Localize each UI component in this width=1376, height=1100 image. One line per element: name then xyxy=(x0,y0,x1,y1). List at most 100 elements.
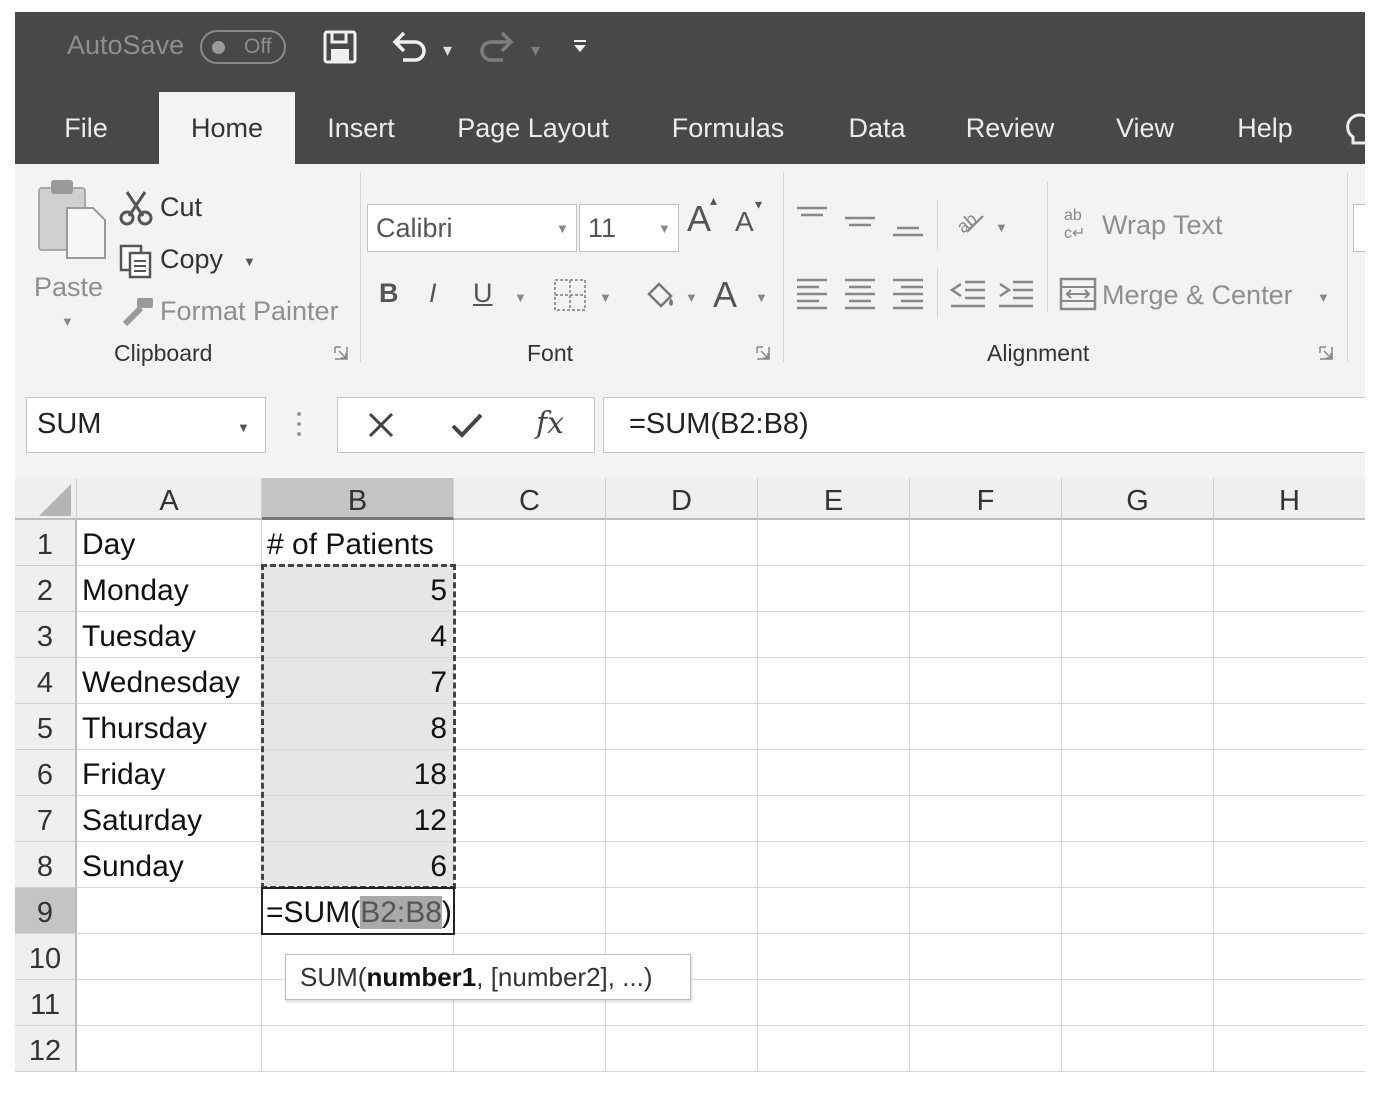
cell-d3[interactable] xyxy=(606,612,758,658)
cell-h1[interactable] xyxy=(1214,520,1365,566)
cell-f1[interactable] xyxy=(910,520,1062,566)
cell-b7[interactable]: 12 xyxy=(262,796,454,842)
cell-c9[interactable] xyxy=(454,888,606,934)
merge-center-label[interactable]: Merge & Center xyxy=(1102,280,1293,311)
cell-e3[interactable] xyxy=(758,612,910,658)
cell-h12[interactable] xyxy=(1214,1026,1365,1072)
cell-c8[interactable] xyxy=(454,842,606,888)
tell-me-lightbulb-icon[interactable] xyxy=(1345,112,1365,161)
cell-h2[interactable] xyxy=(1214,566,1365,612)
cell-c4[interactable] xyxy=(454,658,606,704)
cell-e10[interactable] xyxy=(758,934,910,980)
customize-quick-access-icon[interactable] xyxy=(573,40,587,59)
cell-d5[interactable] xyxy=(606,704,758,750)
column-header-a[interactable]: A xyxy=(77,478,262,520)
borders-dropdown-icon[interactable]: ▼ xyxy=(599,290,612,305)
decrease-indent-icon[interactable] xyxy=(949,276,987,317)
format-painter-icon[interactable] xyxy=(119,294,157,333)
column-header-d[interactable]: D xyxy=(606,478,758,520)
bottom-align-icon[interactable] xyxy=(891,204,925,243)
cell-a4[interactable]: Wednesday xyxy=(77,658,262,704)
formula-bar-grip-icon[interactable] xyxy=(296,410,302,445)
cell-g9[interactable] xyxy=(1062,888,1214,934)
cell-c6[interactable] xyxy=(454,750,606,796)
cell-h8[interactable] xyxy=(1214,842,1365,888)
cell-e6[interactable] xyxy=(758,750,910,796)
cell-e2[interactable] xyxy=(758,566,910,612)
redo-icon[interactable] xyxy=(477,30,517,69)
cell-g11[interactable] xyxy=(1062,980,1214,1026)
cell-b5[interactable]: 8 xyxy=(262,704,454,750)
cell-c5[interactable] xyxy=(454,704,606,750)
font-size-dropdown[interactable]: 11 ▼ xyxy=(579,204,679,252)
row-header-6[interactable]: 6 xyxy=(15,750,77,796)
row-header-12[interactable]: 12 xyxy=(15,1026,77,1072)
font-name-dropdown[interactable]: Calibri ▼ xyxy=(367,204,577,252)
middle-align-icon[interactable] xyxy=(843,204,877,243)
cell-h11[interactable] xyxy=(1214,980,1365,1026)
insert-function-icon[interactable]: fx xyxy=(536,406,564,441)
tab-data[interactable]: Data xyxy=(837,92,917,164)
row-header-8[interactable]: 8 xyxy=(15,842,77,888)
bold-button[interactable]: B xyxy=(379,278,399,309)
cell-f2[interactable] xyxy=(910,566,1062,612)
clipboard-launcher-icon[interactable] xyxy=(334,346,348,360)
borders-icon[interactable] xyxy=(553,278,587,317)
font-color-icon[interactable]: A xyxy=(713,274,737,316)
cell-a11[interactable] xyxy=(77,980,262,1026)
cell-d1[interactable] xyxy=(606,520,758,566)
cell-e1[interactable] xyxy=(758,520,910,566)
cell-f9[interactable] xyxy=(910,888,1062,934)
font-color-dropdown-icon[interactable]: ▼ xyxy=(755,290,768,305)
cell-d12[interactable] xyxy=(606,1026,758,1072)
cell-f5[interactable] xyxy=(910,704,1062,750)
copy-icon[interactable] xyxy=(119,244,153,285)
column-header-h[interactable]: H xyxy=(1214,478,1365,520)
cell-h5[interactable] xyxy=(1214,704,1365,750)
cell-d7[interactable] xyxy=(606,796,758,842)
fill-color-dropdown-icon[interactable]: ▼ xyxy=(685,290,698,305)
column-header-c[interactable]: C xyxy=(454,478,606,520)
cell-h9[interactable] xyxy=(1214,888,1365,934)
tab-insert[interactable]: Insert xyxy=(313,92,409,164)
cell-e11[interactable] xyxy=(758,980,910,1026)
cell-d9[interactable] xyxy=(606,888,758,934)
undo-dropdown-icon[interactable]: ▾ xyxy=(443,40,452,61)
paste-icon[interactable] xyxy=(37,178,107,265)
cell-g3[interactable] xyxy=(1062,612,1214,658)
cell-h3[interactable] xyxy=(1214,612,1365,658)
orientation-icon[interactable]: ab xyxy=(953,204,987,243)
save-icon[interactable] xyxy=(323,30,357,69)
cancel-icon[interactable] xyxy=(366,410,396,445)
cell-e5[interactable] xyxy=(758,704,910,750)
merge-center-dropdown-icon[interactable]: ▼ xyxy=(1317,290,1330,305)
cell-a3[interactable]: Tuesday xyxy=(77,612,262,658)
cell-h6[interactable] xyxy=(1214,750,1365,796)
undo-icon[interactable] xyxy=(389,30,429,69)
cell-c3[interactable] xyxy=(454,612,606,658)
alignment-launcher-icon[interactable] xyxy=(1319,346,1333,360)
cell-a7[interactable]: Saturday xyxy=(77,796,262,842)
autosave-toggle[interactable]: Off xyxy=(200,30,286,64)
underline-dropdown-icon[interactable]: ▼ xyxy=(514,290,527,305)
name-box[interactable]: SUM ▼ xyxy=(26,397,266,453)
enter-checkmark-icon[interactable] xyxy=(450,410,484,445)
cell-g1[interactable] xyxy=(1062,520,1214,566)
cut-icon[interactable] xyxy=(119,190,153,231)
row-header-10[interactable]: 10 xyxy=(15,934,77,980)
align-right-icon[interactable] xyxy=(891,276,925,317)
row-header-1[interactable]: 1 xyxy=(15,520,77,566)
row-header-5[interactable]: 5 xyxy=(15,704,77,750)
tooltip-arg1[interactable]: number1 xyxy=(366,962,476,992)
cell-e9[interactable] xyxy=(758,888,910,934)
cut-label[interactable]: Cut xyxy=(160,192,202,223)
cell-c12[interactable] xyxy=(454,1026,606,1072)
name-box-dropdown-icon[interactable]: ▼ xyxy=(237,420,250,435)
cell-e12[interactable] xyxy=(758,1026,910,1072)
column-header-g[interactable]: G xyxy=(1062,478,1214,520)
tab-file[interactable]: File xyxy=(47,92,125,164)
cell-c1[interactable] xyxy=(454,520,606,566)
copy-label[interactable]: Copy xyxy=(160,244,223,275)
grow-font-icon[interactable]: A xyxy=(687,198,711,240)
cell-c7[interactable] xyxy=(454,796,606,842)
